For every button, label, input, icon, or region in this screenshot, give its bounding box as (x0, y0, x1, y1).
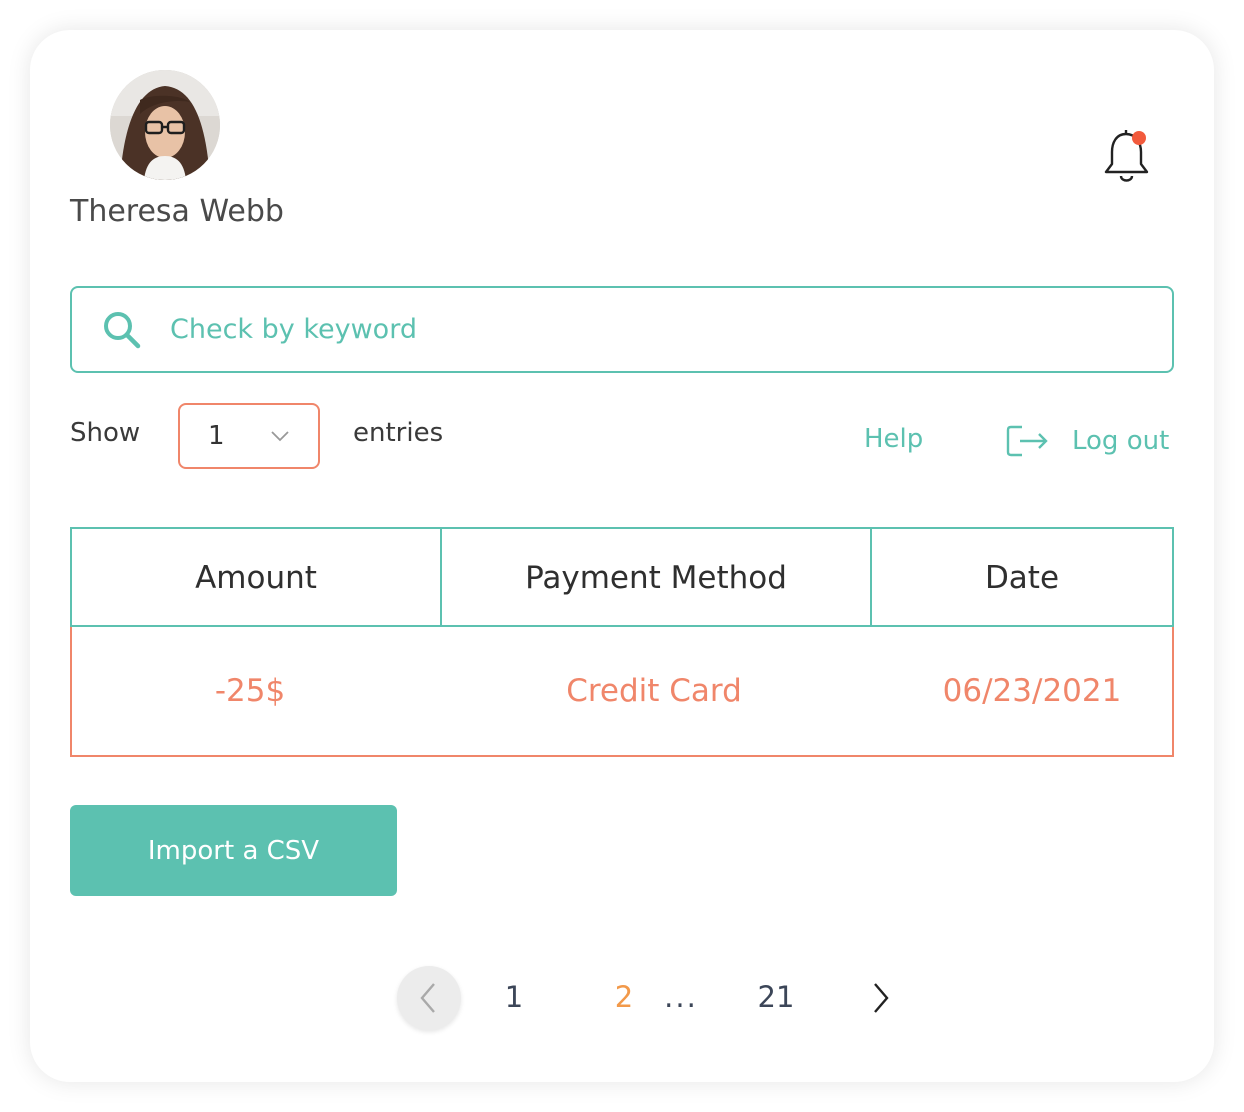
user-name: Theresa Webb (70, 194, 284, 229)
avatar[interactable] (110, 70, 220, 180)
chevron-down-icon (271, 431, 289, 442)
column-header-amount[interactable]: Amount (72, 529, 440, 627)
notification-button[interactable] (1100, 126, 1154, 188)
pagination-ellipsis: ... (664, 980, 698, 1014)
entries-label: entries (353, 418, 444, 448)
notification-dot (1132, 131, 1146, 145)
search-input[interactable] (170, 314, 1070, 345)
chevron-left-icon (420, 983, 435, 1013)
bell-icon (1104, 130, 1149, 182)
page-2-current[interactable]: 2 (615, 980, 633, 1014)
page-1[interactable]: 1 (505, 980, 523, 1014)
logout-button[interactable]: Log out (1006, 424, 1169, 458)
import-csv-button[interactable]: Import a CSV (70, 805, 397, 896)
column-header-date[interactable]: Date (870, 529, 1172, 627)
page-21[interactable]: 21 (758, 980, 795, 1014)
table-header: Amount Payment Method Date (70, 527, 1174, 627)
column-header-payment-method[interactable]: Payment Method (440, 529, 870, 627)
logout-label: Log out (1072, 426, 1170, 456)
next-page-button[interactable] (849, 966, 913, 1030)
help-link[interactable]: Help (864, 424, 923, 454)
entries-value: 1 (208, 421, 225, 451)
logout-icon (1006, 425, 1048, 457)
table-row[interactable]: -25$ Credit Card 06/23/2021 (70, 627, 1174, 757)
chevron-right-icon (874, 983, 889, 1013)
cell-payment-method: Credit Card (566, 673, 742, 709)
search-icon (104, 311, 141, 348)
entries-select[interactable]: 1 (178, 403, 320, 469)
cell-amount: -25$ (214, 673, 286, 709)
previous-page-button[interactable] (397, 966, 461, 1030)
show-label: Show (70, 418, 141, 448)
search-bar[interactable] (70, 286, 1174, 373)
avatar-photo (110, 70, 220, 180)
cell-date: 06/23/2021 (942, 673, 1122, 709)
